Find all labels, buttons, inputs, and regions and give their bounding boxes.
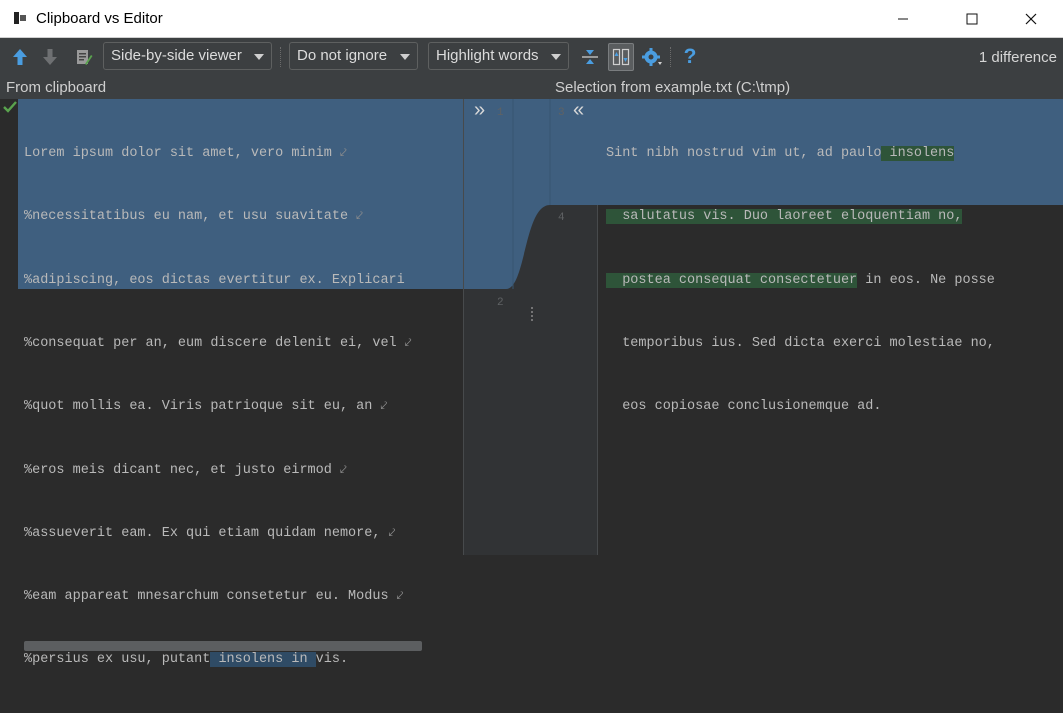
code-line: %persius ex usu, putant insolens in vis. (24, 652, 349, 668)
chevron-down-icon (400, 54, 410, 60)
code-line: Lorem ipsum dolor sit amet, vero minim ⤦ (24, 146, 347, 162)
highlight-mode-dropdown[interactable]: Highlight words (428, 42, 569, 70)
previous-difference-button[interactable] (8, 45, 32, 69)
soft-wrap-icon: ⤦ (356, 209, 363, 224)
soft-wrap-icon: ⤦ (339, 146, 347, 161)
code-line: %consequat per an, eum discere delenit e… (24, 336, 412, 352)
next-difference-button[interactable] (38, 45, 62, 69)
close-button[interactable] (1008, 0, 1054, 38)
viewer-mode-value: Side-by-side viewer (111, 47, 242, 64)
code-line: %eros meis dicant nec, et justo eirmod ⤦ (24, 462, 347, 478)
soft-wrap-icon: ⤦ (339, 462, 347, 477)
code-line: temporibus ius. Sed dicta exerci molesti… (606, 336, 995, 352)
code-line: Sint nibh nostrud vim ut, ad paulo insol… (606, 146, 955, 162)
horizontal-scrollbar[interactable] (24, 641, 422, 651)
left-editor[interactable]: Lorem ipsum dolor sit amet, vero minim ⤦… (0, 99, 463, 668)
apply-right-change-button[interactable]: « (573, 99, 584, 122)
maximize-icon (966, 13, 978, 25)
viewer-mode-dropdown[interactable]: Side-by-side viewer (103, 42, 272, 70)
minimize-icon (898, 18, 908, 20)
toolbar-separator (670, 47, 672, 67)
difference-count: 1 difference (978, 49, 1057, 66)
arrow-up-icon (13, 49, 27, 65)
arrow-down-icon (43, 49, 57, 65)
checkmark-icon (3, 101, 17, 113)
highlight-mode-value: Highlight words (436, 47, 539, 64)
code-line: %quot mollis ea. Viris patrioque sit eu,… (24, 399, 388, 415)
edit-source-icon (77, 50, 93, 65)
diff-connector-shape (464, 99, 599, 289)
splitter-handle-icon[interactable] (530, 306, 534, 324)
left-panel-title: From clipboard (6, 79, 107, 96)
right-editor[interactable]: Sint nibh nostrud vim ut, ad paulo insol… (598, 99, 1063, 555)
window-title: Clipboard vs Editor (36, 10, 163, 27)
ignore-mode-dropdown[interactable]: Do not ignore (289, 42, 418, 70)
app-icon (14, 12, 26, 24)
code-line: salutatus vis. Duo laoreet eloquentiam n… (606, 209, 963, 225)
soft-wrap-icon: ⤦ (380, 399, 388, 414)
soft-wrap-icon: ⤦ (396, 589, 404, 604)
ignore-mode-value: Do not ignore (297, 47, 388, 64)
chevron-down-icon (254, 54, 264, 60)
right-code-text: Sint nibh nostrud vim ut, ad paulo insol… (606, 101, 995, 460)
left-gutter (0, 99, 18, 289)
minimize-button[interactable] (880, 0, 926, 38)
right-line-number: 4 (558, 212, 565, 224)
maximize-button[interactable] (949, 0, 995, 38)
collapse-unchanged-button[interactable] (578, 45, 602, 69)
chevron-down-icon (551, 54, 561, 60)
right-line-number: 3 (558, 107, 565, 119)
settings-button[interactable] (640, 45, 664, 69)
toolbar-separator (280, 47, 282, 67)
soft-wrap-icon: ⤦ (404, 336, 412, 351)
diff-divider: » « 1 2 3 4 (463, 99, 599, 555)
panel-headers: From clipboard Selection from example.tx… (0, 77, 1063, 99)
left-line-number: 2 (497, 297, 504, 309)
gear-icon (642, 48, 662, 66)
apply-left-change-button[interactable]: » (474, 99, 485, 122)
sync-scroll-toggle[interactable] (608, 43, 634, 71)
left-line-number: 1 (497, 107, 504, 119)
code-line: %necessitatibus eu nam, et usu suavitate… (24, 209, 363, 225)
sync-scroll-icon (612, 48, 630, 66)
code-line: eos copiosae conclusionemque ad. (606, 399, 882, 415)
toolbar: Side-by-side viewer Do not ignore Highli… (0, 38, 1063, 77)
left-code-text: Lorem ipsum dolor sit amet, vero minim ⤦… (24, 101, 412, 713)
collapse-unchanged-icon (582, 50, 598, 64)
title-bar: Clipboard vs Editor (0, 0, 1063, 38)
code-line: postea consequat consectetuer in eos. Ne… (606, 272, 995, 288)
edit-source-button[interactable] (72, 45, 96, 69)
code-line: %adipiscing, eos dictas evertitur ex. Ex… (24, 272, 405, 288)
right-panel-title: Selection from example.txt (C:\tmp) (555, 79, 791, 96)
code-line: %assueverit eam. Ex qui etiam quidam nem… (24, 525, 396, 541)
help-button[interactable]: ? (678, 45, 702, 69)
code-line: %eam appareat mnesarchum consetetur eu. … (24, 589, 404, 605)
help-icon: ? (683, 45, 697, 68)
soft-wrap-icon: ⤦ (388, 525, 396, 540)
close-icon (1025, 13, 1037, 25)
